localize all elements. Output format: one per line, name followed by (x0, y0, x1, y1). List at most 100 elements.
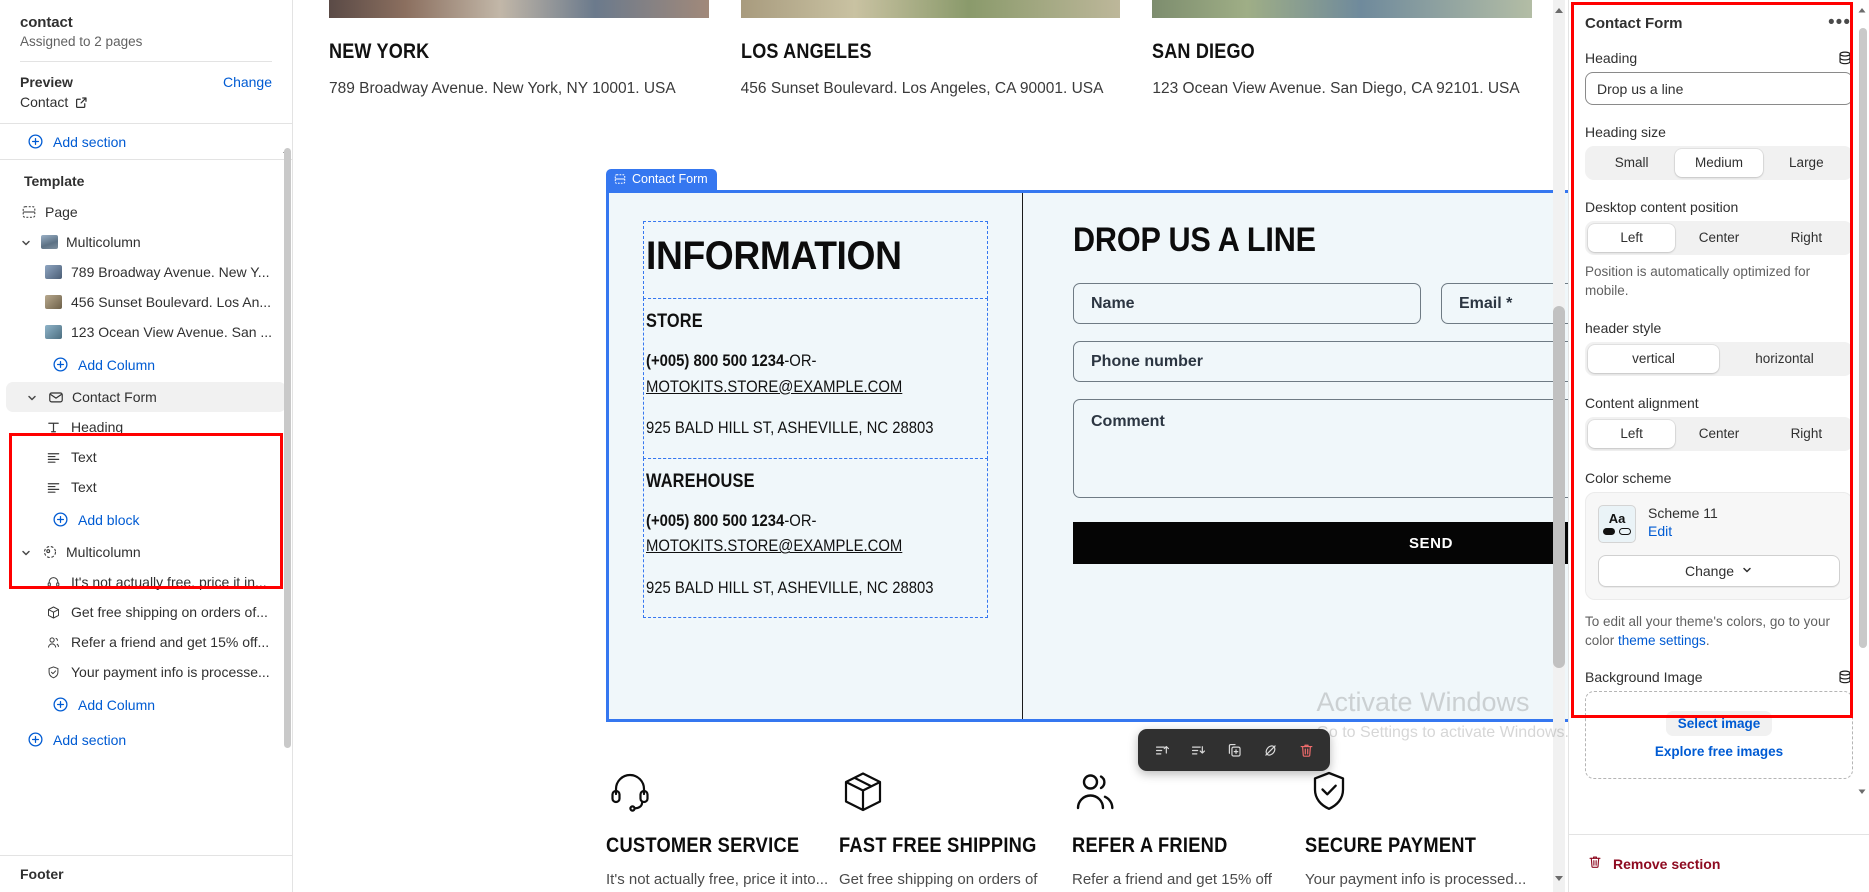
feature-title: SECURE PAYMENT (1305, 834, 1477, 857)
warehouse-email-link[interactable]: MOTOKITS.STORE@EXAMPLE.COM (646, 537, 902, 555)
content-alignment-option-left[interactable]: Left (1588, 419, 1676, 448)
move-up-button[interactable] (1146, 735, 1178, 765)
add-section-bottom-label: Add section (53, 731, 127, 748)
inspector-scroll-up-arrow[interactable] (1856, 4, 1868, 20)
section-float-toolbar[interactable] (1138, 729, 1330, 771)
add-block-label: Add block (78, 511, 140, 528)
shield-check-icon (45, 664, 62, 681)
duplicate-button[interactable] (1218, 735, 1250, 765)
explore-free-images-link[interactable]: Explore free images (1655, 744, 1783, 759)
dynamic-source-icon[interactable] (1837, 669, 1853, 685)
delete-button[interactable] (1290, 735, 1322, 765)
content-alignment-option-center[interactable]: Center (1675, 420, 1762, 448)
header-style-option-horizontal[interactable]: horizontal (1719, 345, 1850, 373)
tree-block-heading[interactable]: Heading (0, 412, 292, 442)
tree-item-column-sandiego[interactable]: 123 Ocean View Avenue. San ... (0, 317, 292, 347)
color-scheme-change-button[interactable]: Change (1598, 554, 1840, 587)
background-image-label: Background Image (1585, 669, 1703, 686)
add-section-top-button[interactable]: Add section (0, 124, 292, 159)
preview-scroll-up-arrow[interactable] (1552, 4, 1566, 21)
add-column-button-2[interactable]: Add Column (0, 687, 292, 722)
tree-item-multicolumn-1[interactable]: Multicolumn (0, 227, 292, 257)
header-style-label: header style (1585, 320, 1853, 336)
desktop-position-label-text: Desktop content position (1585, 199, 1739, 215)
warehouse-phone: (+005) 800 500 1234 (646, 511, 785, 530)
desktop-position-option-right[interactable]: Right (1763, 224, 1850, 252)
tree-item-feature-payment[interactable]: Your payment info is processe... (0, 657, 292, 687)
form-row-name-email (1073, 283, 1568, 324)
heading-size-option-small[interactable]: Small (1588, 149, 1675, 177)
theme-settings-note: To edit all your theme's colors, go to y… (1585, 612, 1853, 650)
tree-item-contact-form[interactable]: Contact Form (6, 382, 286, 412)
color-scheme-label: Color scheme (1585, 470, 1853, 486)
color-scheme-edit-link[interactable]: Edit (1648, 523, 1718, 539)
store-email-link[interactable]: MOTOKITS.STORE@EXAMPLE.COM (646, 378, 902, 396)
chevron-down-icon[interactable] (26, 391, 39, 404)
content-alignment-option-right[interactable]: Right (1763, 420, 1850, 448)
more-options-icon[interactable]: ••• (1826, 13, 1853, 32)
inspector-scrollbar-thumb[interactable] (1859, 28, 1867, 648)
feature-title: REFER A FRIEND (1072, 834, 1228, 857)
tree-block-text-1[interactable]: Text (0, 442, 292, 472)
inspector-title: Contact Form (1585, 14, 1683, 32)
tree-item-feature-refer[interactable]: Refer a friend and get 15% off... (0, 627, 292, 657)
add-column-button-1[interactable]: Add Column (0, 347, 292, 382)
tree-item-feature-customer-service[interactable]: It's not actually free, price it in... (0, 567, 292, 597)
info-heading-block[interactable]: INFORMATION (643, 221, 988, 299)
chevron-down-icon[interactable] (20, 546, 33, 559)
tree-item-column-losangeles[interactable]: 456 Sunset Boulevard. Los An... (0, 287, 292, 317)
tree-item-label: Text (71, 479, 97, 495)
chevron-down-icon[interactable] (20, 236, 33, 249)
tree-item-multicolumn-2[interactable]: Multicolumn (0, 537, 292, 567)
desktop-position-option-left[interactable]: Left (1588, 224, 1676, 252)
image-thumb-icon (45, 324, 62, 341)
dynamic-source-icon[interactable] (1837, 50, 1853, 66)
tree-item-label: Multicolumn (66, 234, 141, 250)
name-input[interactable] (1073, 283, 1421, 324)
text-heading-icon (45, 419, 62, 436)
store-text-block[interactable]: STORE (+005) 800 500 1234-OR- MOTOKITS.S… (643, 298, 988, 459)
warehouse-text-block[interactable]: WAREHOUSE (+005) 800 500 1234-OR- MOTOKI… (643, 457, 988, 619)
preview-scrollbar-thumb[interactable] (1553, 306, 1565, 668)
phone-input[interactable] (1073, 341, 1568, 382)
remove-section-button[interactable]: Remove section (1587, 854, 1720, 873)
section-label-tab[interactable]: Contact Form (606, 169, 717, 190)
tree-item-label: Refer a friend and get 15% off... (71, 634, 270, 650)
feature-card: CUSTOMER SERVICE It's not actually free,… (606, 768, 839, 892)
tree-item-column-newyork[interactable]: 789 Broadway Avenue. New Y... (0, 257, 292, 287)
heading-size-option-medium[interactable]: Medium (1675, 149, 1763, 177)
desktop-position-option-center[interactable]: Center (1675, 224, 1762, 252)
email-input[interactable] (1441, 283, 1568, 324)
inspector-header: Contact Form ••• (1585, 13, 1853, 32)
feature-title: CUSTOMER SERVICE (606, 834, 800, 857)
heading-field-label: Heading (1585, 50, 1638, 66)
comment-textarea[interactable] (1073, 399, 1568, 498)
sidebar-scrollbar[interactable] (284, 148, 291, 748)
add-section-bottom-button[interactable]: Add section (0, 722, 292, 757)
contact-form-body: INFORMATION STORE (+005) 800 500 1234-OR… (606, 190, 1568, 722)
preview-value[interactable]: Contact (20, 94, 272, 110)
inspector-scroll-down-arrow[interactable] (1856, 784, 1868, 800)
external-link-icon (75, 96, 88, 109)
send-button[interactable]: SEND (1073, 522, 1568, 564)
people-icon (1072, 768, 1305, 820)
tree-item-feature-shipping[interactable]: Get free shipping on orders of... (0, 597, 292, 627)
heading-input[interactable] (1585, 72, 1853, 105)
preview-change-link[interactable]: Change (223, 74, 272, 90)
tree-item-label: 789 Broadway Avenue. New Y... (71, 264, 270, 280)
header-style-option-vertical[interactable]: vertical (1588, 344, 1719, 373)
add-section-top-label: Add section (53, 133, 127, 150)
background-image-dropzone[interactable]: Select image Explore free images (1585, 691, 1853, 780)
tree-item-page[interactable]: Page (0, 197, 292, 227)
preview-scroll-down-arrow[interactable] (1552, 871, 1566, 888)
add-block-button[interactable]: Add block (0, 502, 292, 537)
contact-info-column: INFORMATION STORE (+005) 800 500 1234-OR… (609, 193, 1023, 719)
hide-button[interactable] (1254, 735, 1286, 765)
select-image-button[interactable]: Select image (1665, 711, 1773, 737)
store-photo (1152, 0, 1533, 18)
heading-size-option-large[interactable]: Large (1763, 149, 1850, 177)
tree-block-text-2[interactable]: Text (0, 472, 292, 502)
theme-settings-link[interactable]: theme settings (1618, 633, 1706, 648)
contact-form-section[interactable]: Contact Form INFORMATION STORE (+005) 80… (606, 169, 1568, 722)
move-down-button[interactable] (1182, 735, 1214, 765)
